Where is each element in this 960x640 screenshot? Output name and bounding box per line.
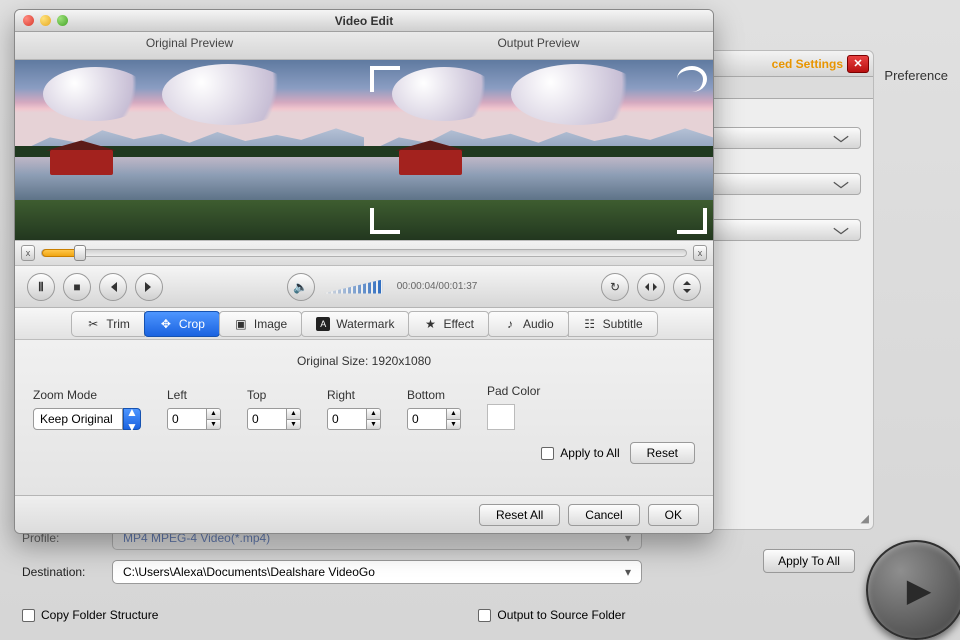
stepper-down-icon[interactable]: ▼: [446, 420, 461, 431]
tab-watermark[interactable]: AWatermark: [301, 311, 409, 337]
watermark-icon: A: [316, 317, 330, 331]
music-note-icon: ♪: [503, 317, 517, 331]
edit-tabs: ✂Trim ✥Crop ▣Image AWatermark ★Effect ♪A…: [15, 308, 713, 340]
volume-slider[interactable]: [323, 280, 383, 294]
destination-label: Destination:: [22, 565, 104, 579]
output-source-checkbox[interactable]: Output to Source Folder: [478, 608, 625, 622]
crop-left-label: Left: [167, 388, 221, 402]
close-icon[interactable]: ✕: [847, 55, 869, 73]
reset-button[interactable]: Reset: [630, 442, 695, 464]
mute-button[interactable]: 🔈: [287, 273, 315, 301]
scissors-icon: ✂: [86, 317, 100, 331]
stepper-up-icon[interactable]: ▲: [446, 408, 461, 420]
original-preview-label: Original Preview: [15, 32, 364, 60]
trim-end-handle[interactable]: x: [693, 245, 707, 261]
tab-image[interactable]: ▣Image: [219, 311, 302, 337]
zoom-mode-label: Zoom Mode: [33, 388, 141, 402]
crop-right-input[interactable]: [327, 408, 367, 430]
crop-bottom-label: Bottom: [407, 388, 461, 402]
reset-all-button[interactable]: Reset All: [479, 504, 560, 526]
timeline-thumb[interactable]: [74, 245, 86, 261]
stepper-up-icon[interactable]: ▲: [366, 408, 381, 420]
image-icon: ▣: [234, 317, 248, 331]
destination-select[interactable]: C:\Users\Alexa\Documents\Dealshare Video…: [112, 560, 642, 584]
tab-subtitle[interactable]: ☷Subtitle: [568, 311, 658, 337]
star-icon: ★: [423, 317, 437, 331]
dialog-title: Video Edit: [15, 14, 713, 28]
output-preview-label: Output Preview: [364, 32, 713, 60]
output-source-label: Output to Source Folder: [497, 608, 625, 622]
stepper-up-icon[interactable]: ▲: [206, 408, 221, 420]
tab-trim[interactable]: ✂Trim: [71, 311, 145, 337]
copy-folder-label: Copy Folder Structure: [41, 608, 158, 622]
flip-vertical-button[interactable]: [673, 273, 701, 301]
tab-effect[interactable]: ★Effect: [408, 311, 488, 337]
stepper-down-icon[interactable]: ▼: [286, 420, 301, 431]
pad-color-label: Pad Color: [487, 384, 540, 398]
timeline-scrubber[interactable]: x x: [15, 240, 713, 266]
chevron-down-icon: ▾: [625, 565, 631, 579]
apply-to-all-label: Apply to All: [560, 446, 619, 460]
trim-start-handle[interactable]: x: [21, 245, 35, 261]
advanced-settings-title: ced Settings: [772, 57, 843, 71]
crop-bottom-input[interactable]: [407, 408, 447, 430]
crop-tab-content: Original Size: 1920x1080 Zoom Mode Keep …: [15, 340, 713, 495]
video-edit-dialog: Video Edit Original Preview Output Previ…: [14, 9, 714, 534]
pad-color-swatch[interactable]: [487, 404, 515, 430]
copy-folder-checkbox[interactable]: Copy Folder Structure: [22, 608, 158, 622]
preference-link[interactable]: Preference: [884, 68, 948, 83]
apply-to-all-checkbox[interactable]: Apply to All: [541, 446, 619, 460]
titlebar[interactable]: Video Edit: [15, 10, 713, 32]
resize-grip-icon[interactable]: ◢: [861, 512, 869, 525]
crop-right-label: Right: [327, 388, 381, 402]
tab-audio[interactable]: ♪Audio: [488, 311, 569, 337]
stepper-down-icon[interactable]: ▼: [366, 420, 381, 431]
rotate-button[interactable]: ↻: [601, 273, 629, 301]
output-preview[interactable]: [364, 60, 713, 240]
stop-button[interactable]: ■: [63, 273, 91, 301]
original-preview: [15, 60, 364, 240]
crop-top-label: Top: [247, 388, 301, 402]
speaker-icon: 🔈: [293, 280, 308, 294]
subtitle-icon: ☷: [583, 317, 597, 331]
zoom-mode-select[interactable]: Keep Original ▲▼: [33, 408, 141, 430]
tab-crop[interactable]: ✥Crop: [144, 311, 220, 337]
crop-icon: ✥: [159, 317, 173, 331]
original-size-label: Original Size: 1920x1080: [33, 354, 695, 368]
select-arrows-icon: ▲▼: [123, 408, 141, 430]
stepper-up-icon[interactable]: ▲: [286, 408, 301, 420]
zoom-mode-value: Keep Original: [33, 408, 123, 430]
cancel-button[interactable]: Cancel: [568, 504, 639, 526]
stepper-down-icon[interactable]: ▼: [206, 420, 221, 431]
playback-time: 00:00:04/00:01:37: [397, 281, 478, 292]
set-end-button[interactable]: [135, 273, 163, 301]
destination-path: C:\Users\Alexa\Documents\Dealshare Video…: [123, 565, 375, 579]
crop-left-input[interactable]: [167, 408, 207, 430]
flip-horizontal-button[interactable]: [637, 273, 665, 301]
crop-top-input[interactable]: [247, 408, 287, 430]
pause-button[interactable]: Ⅱ: [27, 273, 55, 301]
set-start-button[interactable]: [99, 273, 127, 301]
timeline-track[interactable]: [41, 249, 687, 257]
ok-button[interactable]: OK: [648, 504, 699, 526]
